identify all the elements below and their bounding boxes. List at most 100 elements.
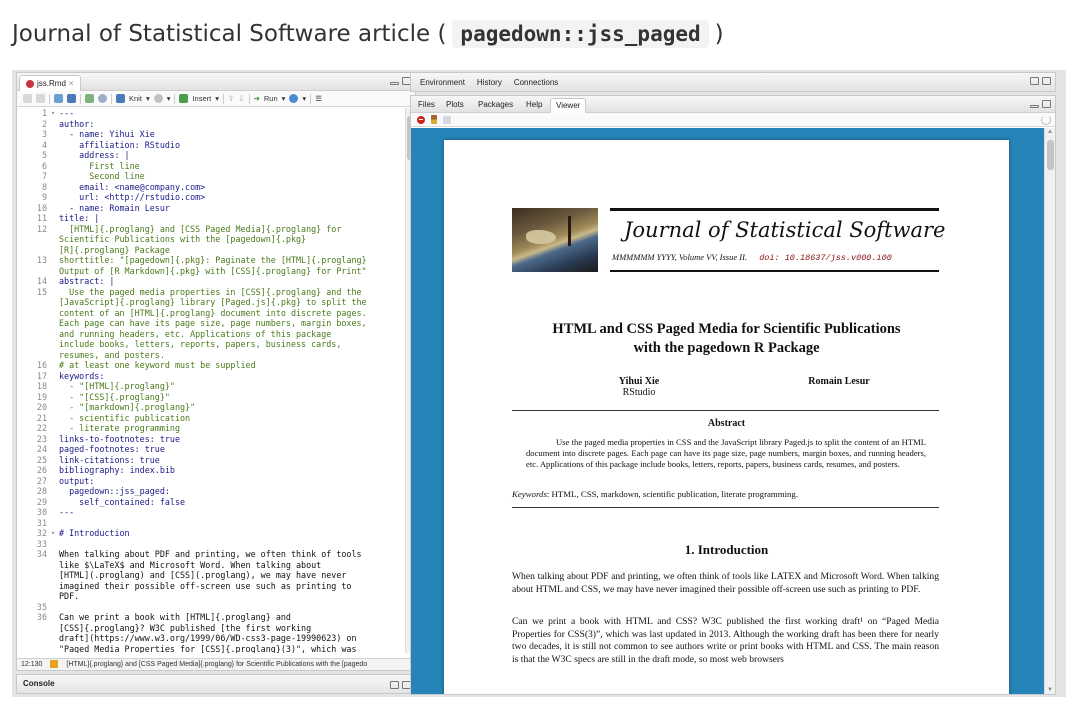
fold-toggle-icon[interactable]: ▾	[51, 528, 59, 539]
gear-icon[interactable]	[153, 94, 163, 103]
code-line[interactable]: 28 pagedown::jss_paged:	[17, 486, 401, 497]
code-line[interactable]: 31	[17, 518, 401, 529]
chevron-down-icon[interactable]: ▾	[302, 94, 306, 103]
tab-environment[interactable]: Environment	[415, 76, 470, 89]
fold-toggle-icon[interactable]	[51, 213, 59, 224]
code-line[interactable]: 34 When talking about PDF and printing, w…	[17, 549, 401, 560]
code-line[interactable]: 29 self_contained: false	[17, 497, 401, 508]
restore-icon[interactable]	[390, 681, 399, 689]
fold-toggle-icon[interactable]	[51, 633, 59, 644]
minimize-icon[interactable]	[390, 82, 399, 85]
code-line[interactable]: 5 address: |	[17, 150, 401, 161]
spellcheck-icon[interactable]	[85, 94, 94, 103]
code-line[interactable]: 16 # at least one keyword must be supplie…	[17, 360, 401, 371]
tab-files[interactable]: Files	[413, 98, 440, 113]
fold-toggle-icon[interactable]	[51, 623, 59, 634]
search-icon[interactable]	[98, 94, 107, 103]
scroll-down-icon[interactable]: ▼	[1047, 687, 1053, 693]
outline-icon[interactable]: ☰	[315, 94, 322, 103]
code-line[interactable]: 33	[17, 539, 401, 550]
scroll-up-icon[interactable]: ▲	[1047, 129, 1053, 135]
code-line[interactable]: 26 bibliography: index.bib	[17, 465, 401, 476]
fold-toggle-icon[interactable]	[51, 140, 59, 151]
fold-toggle-icon[interactable]	[51, 413, 59, 424]
code-line[interactable]: 9 url: <http://rstudio.com>	[17, 192, 401, 203]
fold-toggle-icon[interactable]	[51, 224, 59, 235]
fold-toggle-icon[interactable]	[51, 203, 59, 214]
tab-connections[interactable]: Connections	[509, 76, 563, 89]
fold-toggle-icon[interactable]	[51, 581, 59, 592]
rerun-icon[interactable]	[289, 94, 299, 103]
fold-toggle-icon[interactable]	[51, 434, 59, 445]
status-section-text[interactable]: [HTML]{.proglang} and [CSS Paged Media]{…	[66, 659, 367, 670]
code-line[interactable]: Each page can have its page size, page n…	[17, 318, 401, 329]
tab-help[interactable]: Help	[521, 98, 547, 113]
fold-toggle-icon[interactable]	[51, 570, 59, 581]
code-line[interactable]: [JavaScript]{.proglang} library [Paged.j…	[17, 297, 401, 308]
fold-toggle-icon[interactable]	[51, 350, 59, 361]
fold-toggle-icon[interactable]	[51, 455, 59, 466]
fold-toggle-icon[interactable]	[51, 192, 59, 203]
code-line[interactable]: 27 output:	[17, 476, 401, 487]
code-line[interactable]: Output of [R Markdown]{.pkg} with [CSS]{…	[17, 266, 401, 277]
tab-jss-rmd[interactable]: jss.Rmd ×	[19, 75, 81, 91]
refresh-icon[interactable]	[1041, 115, 1051, 125]
tab-plots[interactable]: Plots	[441, 98, 469, 113]
console-label[interactable]: Console	[23, 679, 55, 688]
code-line[interactable]: 3 - name: Yihui Xie	[17, 129, 401, 140]
code-line[interactable]: and running headers, etc. Applications o…	[17, 329, 401, 340]
fold-toggle-icon[interactable]	[51, 129, 59, 140]
fold-toggle-icon[interactable]	[51, 381, 59, 392]
fold-toggle-icon[interactable]	[51, 276, 59, 287]
fold-toggle-icon[interactable]	[51, 539, 59, 550]
fold-toggle-icon[interactable]	[51, 392, 59, 403]
stop-icon[interactable]	[417, 115, 425, 124]
arrow-down-icon[interactable]: ⇩	[238, 94, 244, 103]
tab-history[interactable]: History	[472, 76, 507, 89]
save-icon[interactable]	[67, 94, 76, 103]
insert-chunk-icon[interactable]	[179, 94, 189, 103]
fold-toggle-icon[interactable]	[51, 150, 59, 161]
fold-toggle-icon[interactable]	[51, 360, 59, 371]
run-arrow-icon[interactable]: ➔	[254, 94, 260, 103]
chevron-down-icon[interactable]: ▾	[282, 94, 286, 103]
chevron-down-icon[interactable]: ▾	[215, 94, 219, 103]
code-line[interactable]: 32 ▾ # Introduction	[17, 528, 401, 539]
fold-toggle-icon[interactable]	[51, 644, 59, 654]
fold-toggle-icon[interactable]	[51, 507, 59, 518]
code-line[interactable]: imagined their possible off-screen use s…	[17, 581, 401, 592]
show-in-window-icon[interactable]	[443, 115, 451, 124]
doi-link[interactable]: doi: 10.18637/jss.v000.i00	[759, 253, 892, 263]
code-line[interactable]: 30 ---	[17, 507, 401, 518]
fold-toggle-icon[interactable]	[51, 245, 59, 256]
viewer-scrollbar[interactable]: ▲ ▼	[1044, 128, 1055, 694]
fold-toggle-icon[interactable]	[51, 182, 59, 193]
code-line[interactable]: "Paged Media Properties for [CSS]{.progl…	[17, 644, 401, 654]
code-line[interactable]: resumes, and posters.	[17, 350, 401, 361]
code-line[interactable]: 7 Second line	[17, 171, 401, 182]
code-line[interactable]: 8 email: <name@company.com>	[17, 182, 401, 193]
maximize-icon[interactable]	[1042, 100, 1051, 108]
code-line[interactable]: PDF.	[17, 591, 401, 602]
minimize-icon[interactable]	[1030, 105, 1039, 108]
fold-toggle-icon[interactable]	[51, 339, 59, 350]
code-line[interactable]: 20 - "[markdown]{.proglang}"	[17, 402, 401, 413]
fold-toggle-icon[interactable]	[51, 402, 59, 413]
scrollbar-thumb[interactable]	[1047, 140, 1054, 170]
code-line[interactable]: 35	[17, 602, 401, 613]
code-line[interactable]: 17 keywords:	[17, 371, 401, 382]
code-line[interactable]: 25 link-citations: true	[17, 455, 401, 466]
fold-toggle-icon[interactable]	[51, 371, 59, 382]
code-line[interactable]: 21 - scientific publication	[17, 413, 401, 424]
code-line[interactable]: 12 [HTML]{.proglang} and [CSS Paged Medi…	[17, 224, 401, 235]
show-in-window-icon[interactable]	[54, 94, 63, 103]
fold-toggle-icon[interactable]	[51, 423, 59, 434]
broom-icon[interactable]	[431, 115, 437, 124]
code-line[interactable]: [CSS]{.proglang}? W3C published [the fir…	[17, 623, 401, 634]
code-line[interactable]: 10 - name: Romain Lesur	[17, 203, 401, 214]
code-line[interactable]: draft](https://www.w3.org/1999/06/WD-css…	[17, 633, 401, 644]
code-line[interactable]: 19 - "[CSS]{.proglang}"	[17, 392, 401, 403]
fold-toggle-icon[interactable]	[51, 486, 59, 497]
code-line[interactable]: content of an [HTML]{.proglang} document…	[17, 308, 401, 319]
code-line[interactable]: 24 paged-footnotes: true	[17, 444, 401, 455]
